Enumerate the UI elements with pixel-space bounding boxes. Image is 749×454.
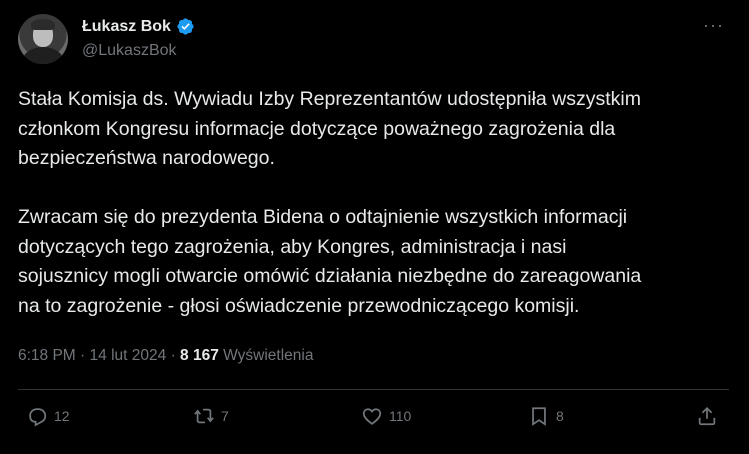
views-count: 8 167 — [180, 347, 219, 364]
bookmark-count: 8 — [556, 408, 564, 424]
repost-button[interactable]: 7 — [193, 405, 229, 427]
reply-icon — [29, 408, 47, 427]
repost-count: 7 — [221, 408, 229, 424]
more-options-icon[interactable]: ··· — [703, 16, 731, 36]
bookmark-button[interactable]: 8 — [528, 405, 564, 427]
tweet-card: Łukasz Bok @LukaszBok ··· Stała Komisja … — [0, 0, 749, 454]
meta-separator: · — [170, 347, 176, 364]
author-name[interactable]: Łukasz Bok — [82, 18, 171, 36]
tweet-meta: 6:18 PM · 14 lut 2024 · 8 167 Wyświetlen… — [18, 347, 313, 365]
author-handle[interactable]: @LukaszBok — [82, 42, 177, 60]
share-button[interactable] — [696, 405, 718, 427]
divider — [18, 389, 729, 390]
like-button[interactable]: 110 — [361, 405, 411, 427]
avatar[interactable] — [18, 14, 68, 64]
avatar-hair — [31, 19, 55, 30]
tweet-date[interactable]: 14 lut 2024 — [90, 347, 167, 364]
reply-button[interactable]: 12 — [26, 405, 70, 427]
action-bar: 12 7 110 8 — [0, 405, 749, 435]
share-icon — [698, 406, 716, 426]
tweet-time[interactable]: 6:18 PM — [18, 347, 76, 364]
views-label: Wyświetlenia — [223, 347, 314, 364]
reply-count: 12 — [54, 408, 70, 424]
meta-separator: · — [80, 347, 86, 364]
author-name-row: Łukasz Bok — [82, 17, 195, 36]
like-count: 110 — [389, 408, 412, 424]
heart-icon — [362, 408, 382, 425]
verified-badge-icon — [177, 18, 194, 35]
avatar-shoulders — [22, 47, 64, 64]
repost-icon — [194, 408, 214, 424]
tweet-text: Stała Komisja ds. Wywiadu Izby Reprezent… — [18, 88, 642, 317]
bookmark-icon — [532, 407, 546, 426]
